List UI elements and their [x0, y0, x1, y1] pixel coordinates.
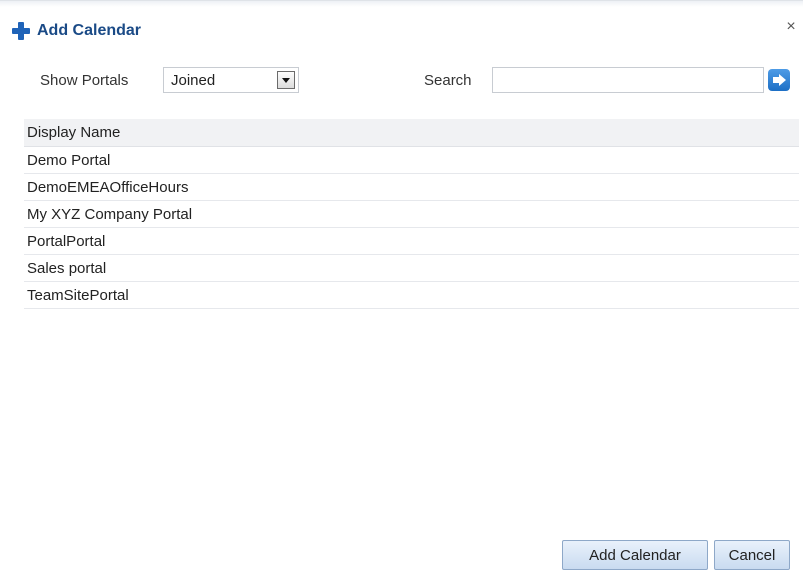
- show-portals-label: Show Portals: [40, 72, 129, 89]
- portals-table: Display Name Demo Portal DemoEMEAOfficeH…: [24, 119, 799, 309]
- show-portals-selected-value: Joined: [171, 72, 216, 89]
- dialog-top-edge: [0, 0, 803, 7]
- table-row[interactable]: DemoEMEAOfficeHours: [24, 174, 799, 201]
- plus-icon: [12, 22, 30, 40]
- search-input[interactable]: [492, 67, 764, 93]
- arrow-right-icon[interactable]: [768, 69, 790, 91]
- filter-row: Show Portals Joined Search: [0, 67, 803, 95]
- table-row[interactable]: My XYZ Company Portal: [24, 201, 799, 228]
- table-row[interactable]: TeamSitePortal: [24, 282, 799, 309]
- cancel-button[interactable]: Cancel: [714, 540, 790, 570]
- show-portals-select[interactable]: Joined: [163, 67, 299, 93]
- table-row[interactable]: Demo Portal: [24, 147, 799, 174]
- dialog-title: Add Calendar: [37, 22, 142, 39]
- chevron-down-icon[interactable]: [277, 71, 295, 89]
- search-label: Search: [424, 72, 472, 89]
- table-row[interactable]: Sales portal: [24, 255, 799, 282]
- close-icon[interactable]: ×: [783, 18, 799, 36]
- add-calendar-button[interactable]: Add Calendar: [562, 540, 708, 570]
- table-row[interactable]: PortalPortal: [24, 228, 799, 255]
- dialog-header: Add Calendar: [12, 18, 141, 44]
- column-header-display-name[interactable]: Display Name: [24, 119, 799, 147]
